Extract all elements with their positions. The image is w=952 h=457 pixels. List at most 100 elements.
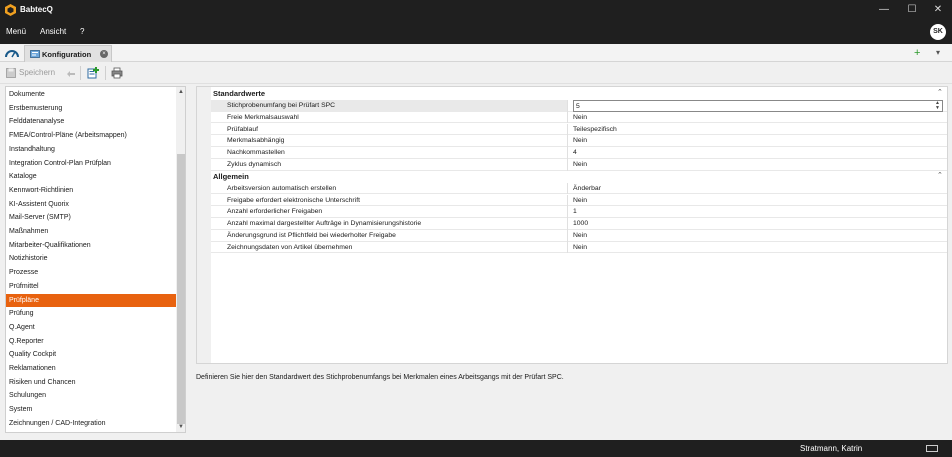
property-value[interactable]: Nein <box>573 159 943 171</box>
add-tab-button[interactable]: + <box>914 47 920 59</box>
property-label: Stichprobenumfang bei Prüfart SPC <box>211 100 568 112</box>
menu-bar: Menü Ansicht ? <box>0 20 952 44</box>
property-row[interactable]: Arbeitsversion automatisch erstellen Ände… <box>211 182 947 195</box>
scroll-down-icon[interactable]: ▼ <box>178 424 184 430</box>
sidebar-item[interactable]: Risiken und Chancen <box>6 376 176 390</box>
tab-konfiguration[interactable]: Konfiguration × <box>24 45 112 62</box>
property-row[interactable]: Nachkommastellen 4 <box>211 147 947 159</box>
sidebar-item[interactable]: Mitarbeiter-Qualifikationen <box>6 239 176 253</box>
sidebar-item[interactable]: Prüfmittel <box>6 280 176 294</box>
sidebar-item[interactable]: Integration Control-Plan Prüfplan <box>6 157 176 171</box>
property-value[interactable]: Teilespezifisch <box>573 124 943 136</box>
property-row[interactable]: Zeichnungsdaten von Artikel übernehmen Ne… <box>211 241 947 254</box>
sidebar-item[interactable]: Kataloge <box>6 170 176 184</box>
category-label: Allgemein <box>213 171 249 181</box>
property-value-text: Nein <box>573 161 587 168</box>
tab-label: Konfiguration <box>42 50 92 59</box>
status-user: Stratmann, Katrin <box>800 444 863 453</box>
configuration-icon <box>30 50 40 58</box>
sidebar-item[interactable]: Erstbemusterung <box>6 102 176 116</box>
property-row[interactable]: Stichprobenumfang bei Prüfart SPC 5 ▲ ▼ <box>211 100 947 112</box>
property-row[interactable]: Anzahl maximal dargestellter Aufträge in… <box>211 218 947 230</box>
sidebar-item[interactable]: Zeichnungen / CAD-Integration <box>6 417 176 431</box>
property-value-text: 1000 <box>573 220 589 228</box>
property-row[interactable]: Merkmalsabhängig Nein <box>211 135 947 147</box>
sidebar-scrollbar[interactable]: ▲ ▼ <box>176 87 185 432</box>
sidebar-item[interactable]: Felddatenanalyse <box>6 115 176 129</box>
property-value[interactable]: 1 <box>573 206 943 218</box>
property-value[interactable]: Nein <box>573 242 943 254</box>
sidebar-item[interactable]: Schulungen <box>6 389 176 403</box>
spinner-arrows-icon[interactable]: ▲ ▼ <box>935 101 940 111</box>
category-header[interactable]: Standardwerte ⌃ <box>197 88 947 99</box>
property-label: Anzahl maximal dargestellter Aufträge in… <box>211 218 568 230</box>
status-bar: Stratmann, Katrin <box>0 440 952 457</box>
menu-item-ansicht[interactable]: Ansicht <box>40 27 66 36</box>
property-label: Freigabe erfordert elektronische Untersc… <box>211 194 568 207</box>
sidebar-item[interactable]: Kennwort-Richtlinien <box>6 184 176 198</box>
sidebar-item[interactable]: Q.Reporter <box>6 335 176 349</box>
print-icon[interactable] <box>111 67 123 79</box>
property-row[interactable]: Prüfablauf Teilespezifisch <box>211 123 947 136</box>
property-value-text: 1 <box>573 208 577 216</box>
property-description: Definieren Sie hier den Standardwert des… <box>196 374 564 381</box>
property-label: Anzahl erforderlicher Freigaben <box>211 206 568 218</box>
property-value[interactable]: 5 ▲ ▼ <box>573 100 943 112</box>
user-avatar[interactable]: SK <box>930 24 946 40</box>
sidebar-item[interactable]: System <box>6 403 176 417</box>
menu-item-help[interactable]: ? <box>80 27 84 36</box>
minimize-button[interactable]: — <box>876 2 892 18</box>
sidebar-item[interactable]: Quality Cockpit <box>6 348 176 362</box>
collapse-chevron-icon[interactable]: ⌃ <box>937 171 943 179</box>
dashboard-icon[interactable] <box>2 46 22 62</box>
sidebar-item[interactable]: KI-Assistent Quorix <box>6 198 176 212</box>
property-value[interactable]: Nein <box>573 230 943 242</box>
property-row[interactable]: Anzahl erforderlicher Freigaben 1 <box>211 206 947 218</box>
property-value[interactable]: Änderbar <box>573 183 943 195</box>
sidebar-item[interactable]: FMEA/Control-Pläne (Arbeitsmappen) <box>6 129 176 143</box>
undo-icon[interactable] <box>66 69 76 79</box>
keyboard-icon[interactable] <box>926 445 938 452</box>
tab-overflow-chevron-icon[interactable]: ▾ <box>936 48 940 57</box>
property-value[interactable]: 1000 <box>573 218 943 230</box>
property-label: Änderungsgrund ist Pflichtfeld bei wiede… <box>211 230 568 242</box>
close-window-button[interactable]: ✕ <box>930 2 946 18</box>
sidebar-item[interactable]: Mail-Server (SMTP) <box>6 211 176 225</box>
maximize-button[interactable]: ☐ <box>904 2 920 18</box>
sidebar-item[interactable]: Maßnahmen <box>6 225 176 239</box>
menu-item-menu[interactable]: Menü <box>6 27 26 36</box>
tab-close-icon[interactable]: × <box>100 50 108 58</box>
sidebar-item[interactable]: Dokumente <box>6 88 176 102</box>
collapse-chevron-icon[interactable]: ⌃ <box>937 88 943 96</box>
property-value[interactable]: Nein <box>573 135 943 147</box>
save-button[interactable]: Speichern <box>6 66 58 80</box>
property-value-text: 4 <box>573 149 577 157</box>
property-label: Freie Merkmalsauswahl <box>211 111 568 124</box>
toolbar: Speichern <box>0 62 952 84</box>
property-row[interactable]: Freie Merkmalsauswahl Nein <box>211 111 947 124</box>
scroll-up-icon[interactable]: ▲ <box>178 89 184 95</box>
toolbar-separator <box>80 66 81 80</box>
sidebar-item[interactable]: Notizhistorie <box>6 252 176 266</box>
property-value[interactable]: Nein <box>573 112 943 124</box>
category-header[interactable]: Allgemein ⌃ <box>197 171 947 182</box>
property-row[interactable]: Zyklus dynamisch Nein <box>211 159 947 171</box>
property-row[interactable]: Freigabe erfordert elektronische Untersc… <box>211 194 947 207</box>
sidebar-item[interactable]: Prüfung <box>6 307 176 321</box>
property-value[interactable]: Nein <box>573 195 943 207</box>
property-value-text: Änderbar <box>573 184 601 192</box>
property-row[interactable]: Änderungsgrund ist Pflichtfeld bei wiede… <box>211 230 947 242</box>
title-bar: BabtecQ — ☐ ✕ <box>0 0 952 20</box>
add-document-icon[interactable] <box>87 67 99 79</box>
property-value-text: 5 <box>576 103 580 110</box>
property-value[interactable]: 4 <box>573 147 943 159</box>
sidebar-item[interactable]: Prozesse <box>6 266 176 280</box>
sidebar-item[interactable]: Instandhaltung <box>6 143 176 157</box>
save-label: Speichern <box>19 68 56 77</box>
sidebar-item[interactable]: Prüfpläne <box>6 293 176 308</box>
sidebar-item[interactable]: Reklamationen <box>6 362 176 376</box>
sidebar-item[interactable]: Q.Agent <box>6 321 176 335</box>
property-label: Zyklus dynamisch <box>211 159 568 171</box>
scrollbar-thumb[interactable] <box>177 154 185 424</box>
property-label: Zeichnungsdaten von Artikel übernehmen <box>211 241 568 254</box>
